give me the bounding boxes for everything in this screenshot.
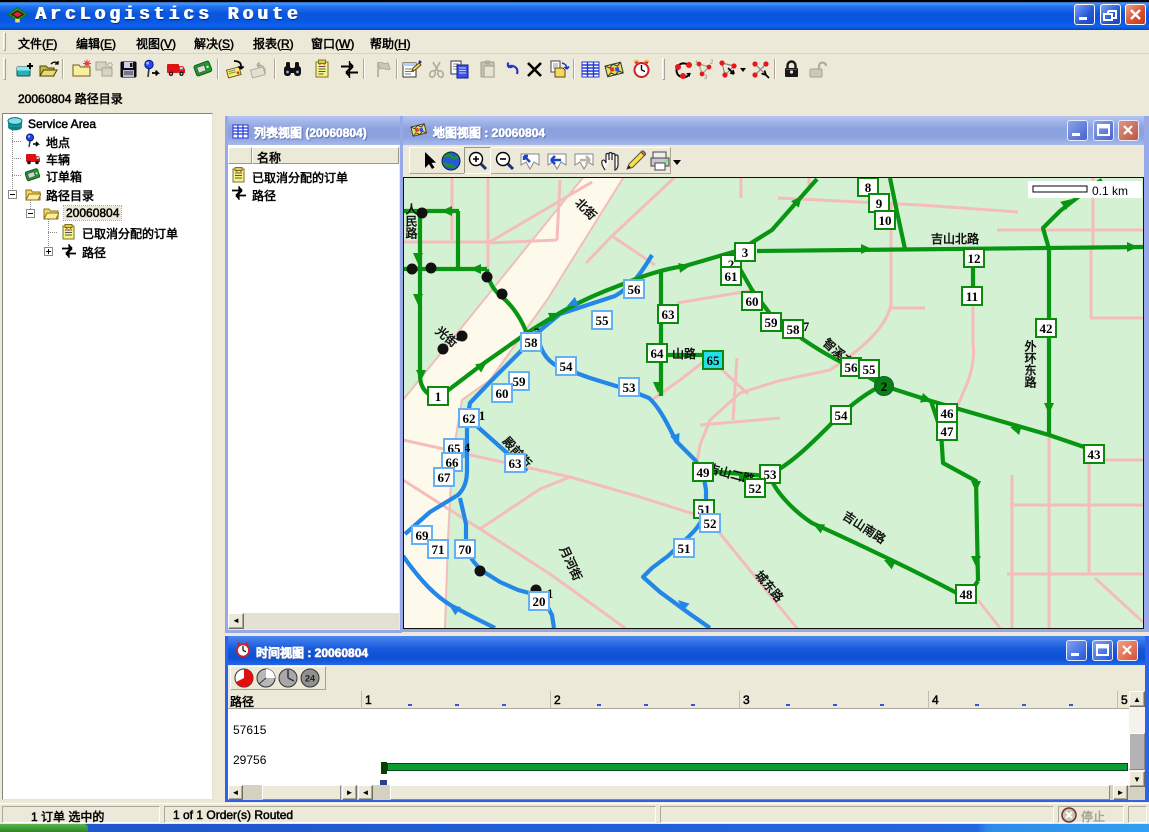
svg-text:52: 52 <box>704 516 717 531</box>
svg-text:46: 46 <box>941 406 955 421</box>
svg-text:55: 55 <box>863 362 877 377</box>
svg-text:56: 56 <box>628 282 642 297</box>
svg-text:10: 10 <box>879 213 892 228</box>
svg-text:53: 53 <box>623 380 637 395</box>
svg-text:58: 58 <box>525 335 539 350</box>
svg-text:51: 51 <box>678 541 691 556</box>
svg-text:62: 62 <box>463 411 476 426</box>
svg-text:11: 11 <box>966 289 978 304</box>
svg-text:12: 12 <box>968 251 981 266</box>
svg-text:49: 49 <box>697 465 711 480</box>
svg-text:64: 64 <box>651 346 665 361</box>
svg-text:48: 48 <box>960 587 974 602</box>
svg-text:3: 3 <box>704 75 708 80</box>
svg-text:60: 60 <box>746 294 759 309</box>
svg-text:65: 65 <box>707 353 721 368</box>
svg-text:20: 20 <box>533 594 546 609</box>
svg-text:60: 60 <box>496 386 509 401</box>
svg-text:70: 70 <box>459 542 472 557</box>
svg-text:59: 59 <box>513 374 527 389</box>
svg-text:0.1 km: 0.1 km <box>1092 184 1128 198</box>
svg-text:42: 42 <box>1040 321 1053 336</box>
svg-text:61: 61 <box>725 269 738 284</box>
svg-text:1: 1 <box>435 389 442 404</box>
svg-text:52: 52 <box>749 481 762 496</box>
svg-text:58: 58 <box>787 322 801 337</box>
svg-text:67: 67 <box>438 470 452 485</box>
svg-text:3: 3 <box>742 245 749 260</box>
svg-text:59: 59 <box>765 315 779 330</box>
svg-text:9: 9 <box>876 196 883 211</box>
svg-text:8: 8 <box>865 180 872 195</box>
svg-text:71: 71 <box>432 542 445 557</box>
svg-text:47: 47 <box>941 424 955 439</box>
svg-text:63: 63 <box>509 456 523 471</box>
svg-text:55: 55 <box>596 313 610 328</box>
svg-text:24: 24 <box>305 674 315 684</box>
svg-text:54: 54 <box>835 408 849 423</box>
svg-text:69: 69 <box>416 528 430 543</box>
svg-text:54: 54 <box>560 359 574 374</box>
svg-text:43: 43 <box>1088 447 1102 462</box>
svg-text:63: 63 <box>662 307 676 322</box>
svg-text:2: 2 <box>710 60 714 66</box>
svg-text:56: 56 <box>845 360 859 375</box>
svg-text:2: 2 <box>881 379 888 394</box>
